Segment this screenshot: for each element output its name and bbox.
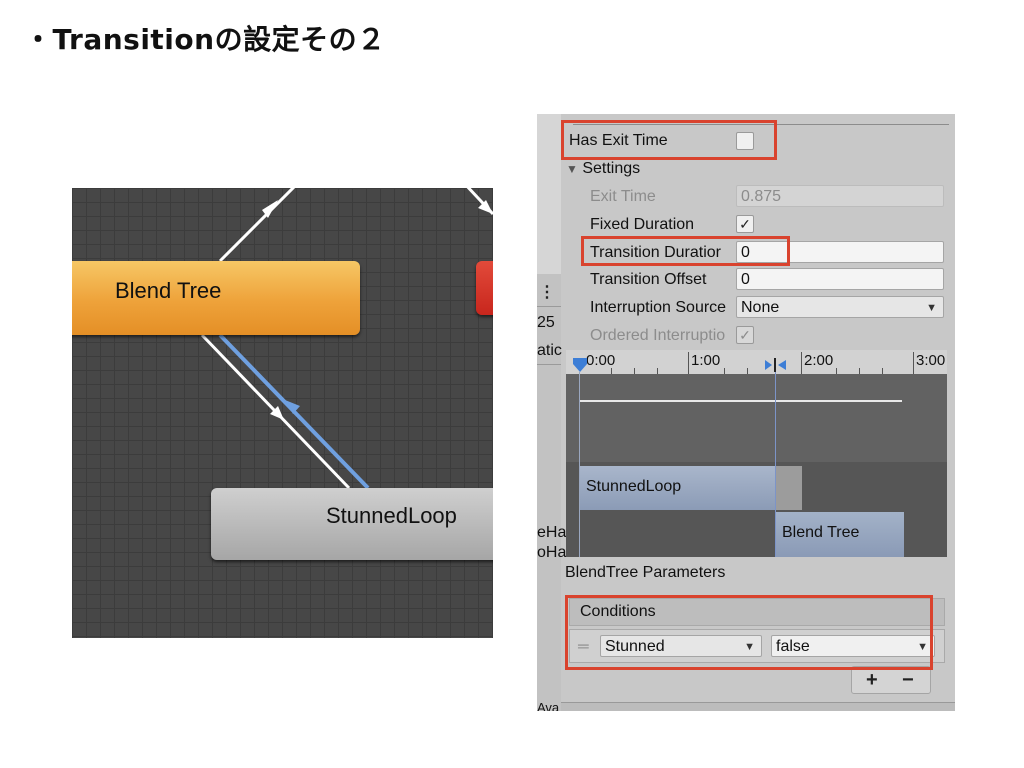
left-panel-strip: ⋮ 25 atic eHa oHa Ava: [537, 114, 566, 711]
clipped-text: 25: [537, 314, 555, 331]
fixed-duration-label: Fixed Duration: [590, 216, 695, 233]
curve-area: [566, 374, 947, 462]
has-exit-time-checkbox[interactable]: [736, 132, 754, 150]
transition-marker-icon[interactable]: [764, 357, 788, 373]
transition-inspector: ⋮ 25 atic eHa oHa Ava Has Exit Time ▼ Se…: [537, 114, 955, 711]
has-exit-time-label: Has Exit Time: [569, 132, 668, 149]
state-node-stunned-loop[interactable]: StunnedLoop: [211, 488, 493, 560]
condition-row[interactable]: ═ Stunned ▼ false ▼: [569, 629, 945, 663]
state-node-any-state[interactable]: [476, 261, 493, 315]
condition-value-dropdown[interactable]: false ▼: [771, 635, 935, 657]
transition-timeline[interactable]: 0:00 1:00 2:00 3:00 StunnedLoop Blend Tr…: [566, 350, 947, 557]
clipped-text: oHa: [537, 544, 567, 561]
exit-time-field: 0.875: [736, 185, 944, 207]
tick-label: 0:00: [586, 352, 616, 369]
conditions-title: Conditions: [580, 603, 656, 620]
transition-duration-field[interactable]: 0: [736, 241, 944, 263]
animator-graph[interactable]: Blend Tree StunnedLoop: [72, 188, 493, 638]
dropdown-value: false: [776, 638, 810, 655]
state-node-blend-tree[interactable]: Blend Tree: [72, 261, 360, 335]
exit-time-label: Exit Time: [590, 188, 656, 205]
foldout-arrow-icon: ▼: [566, 162, 578, 176]
transition-lines: [200, 188, 493, 490]
clip-to-blend-tree[interactable]: Blend Tree: [776, 512, 904, 557]
dropdown-arrow-icon: ▼: [917, 641, 928, 653]
clipped-text: Ava: [537, 700, 560, 711]
start-marker-icon[interactable]: [571, 356, 589, 374]
interruption-source-dropdown[interactable]: None ▼: [736, 296, 944, 318]
slide-title: ・Transitionの設定その２: [24, 23, 386, 56]
tick-label: 3:00: [916, 352, 946, 369]
dropdown-arrow-icon: ▼: [744, 641, 755, 653]
clip-gap: [776, 466, 802, 510]
interruption-source-label: Interruption Source: [590, 299, 727, 316]
transition-duration-label: Transition Duratior: [590, 244, 722, 261]
fixed-duration-checkbox[interactable]: ✓: [736, 215, 754, 233]
clip-from-stunnedloop[interactable]: StunnedLoop: [580, 466, 776, 510]
bottom-bar: [561, 702, 955, 711]
drag-handle-icon[interactable]: ═: [578, 638, 589, 655]
dropdown-value: Stunned: [605, 638, 665, 655]
clipped-text: eHa: [537, 524, 567, 541]
tick-label: 1:00: [691, 352, 721, 369]
tick-label: 2:00: [804, 352, 834, 369]
ordered-interruption-checkbox: ✓: [736, 326, 754, 344]
parameters-label: BlendTree Parameters: [565, 564, 726, 581]
add-condition-button[interactable]: +: [866, 669, 878, 692]
clipped-text: atic: [537, 342, 562, 359]
settings-header: Settings: [582, 160, 641, 177]
state-label: Blend Tree: [115, 278, 222, 303]
dropdown-value: None: [741, 299, 780, 316]
state-label: StunnedLoop: [326, 503, 457, 528]
transition-offset-field[interactable]: 0: [736, 268, 944, 290]
ordered-interruption-label: Ordered Interruptio: [590, 327, 726, 344]
condition-parameter-dropdown[interactable]: Stunned ▼: [600, 635, 762, 657]
condition-add-remove: + −: [851, 666, 931, 694]
menu-dots-icon[interactable]: ⋮: [539, 282, 555, 302]
remove-condition-button[interactable]: −: [902, 669, 914, 692]
conditions-header: Conditions: [569, 598, 945, 626]
settings-foldout[interactable]: ▼ Settings: [566, 160, 640, 178]
dropdown-arrow-icon: ▼: [926, 302, 937, 314]
transition-offset-label: Transition Offset: [590, 271, 707, 288]
timeline-ruler: 0:00 1:00 2:00 3:00: [566, 350, 947, 375]
transition-up-1: [218, 188, 296, 263]
